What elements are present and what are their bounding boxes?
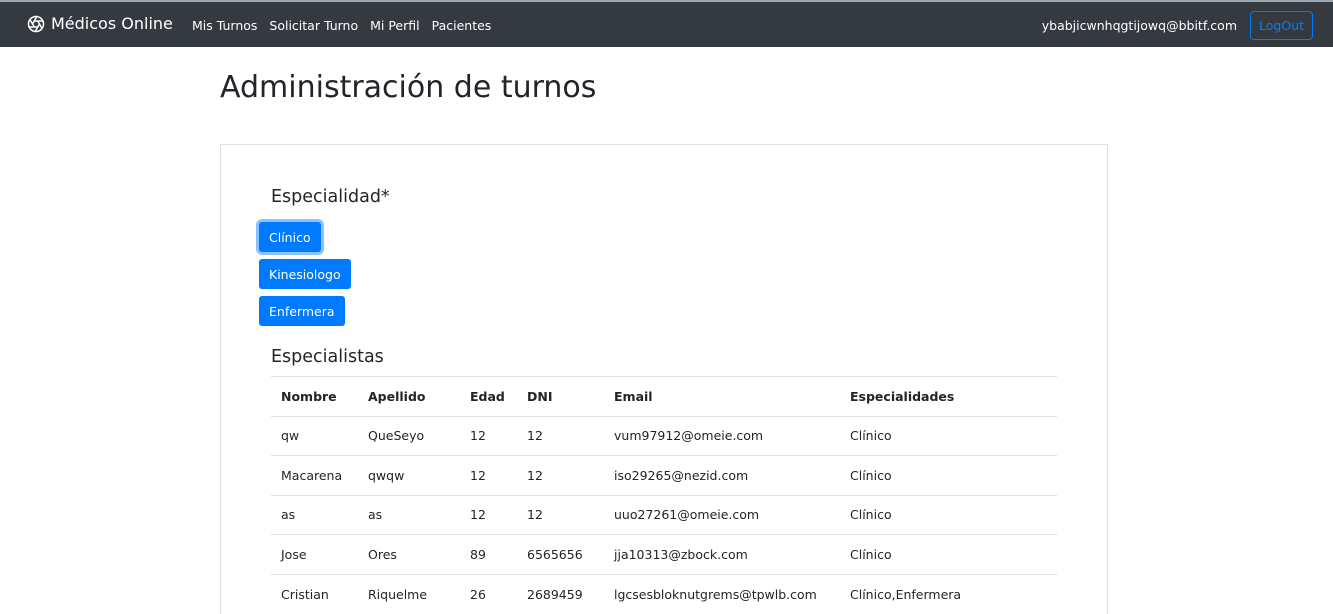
specialty-button-clinico[interactable]: Clínico [259, 222, 321, 252]
table-row[interactable]: Jose Ores 89 6565656 jja10313@zbock.com … [271, 534, 1057, 574]
cell-nombre: Cristian [271, 573, 358, 614]
column-header-apellido: Apellido [358, 376, 460, 416]
cell-edad: 12 [460, 494, 517, 535]
cell-nombre: qw [271, 415, 358, 456]
cell-apellido: Riquelme [358, 573, 460, 614]
page-title: Administración de turnos [220, 70, 597, 105]
cell-edad: 26 [460, 573, 517, 614]
cell-dni: 12 [517, 494, 604, 535]
cell-email: jja10313@zbock.com [604, 534, 840, 574]
cell-dni: 6565656 [517, 534, 604, 574]
cell-dni: 12 [517, 455, 604, 495]
cell-dni: 2689459 [517, 573, 604, 614]
navbar: Médicos Online Mis Turnos Solicitar Turn… [0, 0, 1333, 47]
cell-edad: 12 [460, 415, 517, 456]
column-header-edad: Edad [460, 376, 517, 416]
user-email: ybabjicwnhqgtijowq@bbitf.com [1041, 18, 1237, 33]
cell-email: vum97912@omeie.com [604, 415, 840, 456]
cell-especialidades: Clínico,Enfermera [840, 573, 1057, 614]
cell-email: uuo27261@omeie.com [604, 494, 840, 535]
cell-edad: 12 [460, 455, 517, 495]
nav-link-mi-perfil[interactable]: Mi Perfil [370, 18, 420, 33]
cell-dni: 12 [517, 415, 604, 456]
cell-apellido: Ores [358, 534, 460, 574]
table-row[interactable]: as as 12 12 uuo27261@omeie.com Clínico [271, 494, 1057, 535]
cell-apellido: as [358, 494, 460, 535]
main-nav: Mis Turnos Solicitar Turno Mi Perfil Pac… [192, 18, 503, 33]
cell-email: lgcsesbloknutgrems@tpwlb.com [604, 573, 840, 614]
table-header: Nombre Apellido Edad DNI Email Especiali… [271, 376, 1057, 416]
cell-edad: 89 [460, 534, 517, 574]
table-header-row: Nombre Apellido Edad DNI Email Especiali… [271, 376, 1057, 416]
cell-especialidades: Clínico [840, 415, 1057, 456]
brand-name: Médicos Online [51, 14, 173, 33]
nav-link-solicitar-turno[interactable]: Solicitar Turno [269, 18, 358, 33]
table-row[interactable]: Macarena qwqw 12 12 iso29265@nezid.com C… [271, 455, 1057, 495]
cell-especialidades: Clínico [840, 494, 1057, 535]
aperture-icon [27, 15, 45, 32]
table-row[interactable]: qw QueSeyo 12 12 vum97912@omeie.com Clín… [271, 415, 1057, 456]
column-header-especialidades: Especialidades [840, 376, 1057, 416]
specialists-title: Especialistas [271, 347, 384, 367]
cell-nombre: as [271, 494, 358, 535]
cell-especialidades: Clínico [840, 455, 1057, 495]
specialists-table: Nombre Apellido Edad DNI Email Especiali… [271, 376, 1057, 614]
cell-especialidades: Clínico [840, 534, 1057, 574]
cell-apellido: QueSeyo [358, 415, 460, 456]
specialty-button-enfermera[interactable]: Enfermera [259, 296, 345, 326]
brand[interactable]: Médicos Online [27, 14, 173, 33]
table-body: qw QueSeyo 12 12 vum97912@omeie.com Clín… [271, 415, 1057, 614]
specialty-button-kinesiologo[interactable]: Kinesiologo [259, 259, 351, 289]
specialty-title: Especialidad* [271, 187, 390, 207]
cell-nombre: Jose [271, 534, 358, 574]
column-header-email: Email [604, 376, 840, 416]
column-header-nombre: Nombre [271, 376, 358, 416]
logout-button[interactable]: LogOut [1250, 11, 1313, 40]
appointment-card: Especialidad* Clínico Kinesiologo Enferm… [220, 144, 1108, 614]
nav-link-mis-turnos[interactable]: Mis Turnos [192, 18, 257, 33]
nav-link-pacientes[interactable]: Pacientes [432, 18, 492, 33]
column-header-dni: DNI [517, 376, 604, 416]
cell-nombre: Macarena [271, 455, 358, 495]
table-row[interactable]: Cristian Riquelme 26 2689459 lgcsesblokn… [271, 573, 1057, 614]
cell-apellido: qwqw [358, 455, 460, 495]
cell-email: iso29265@nezid.com [604, 455, 840, 495]
